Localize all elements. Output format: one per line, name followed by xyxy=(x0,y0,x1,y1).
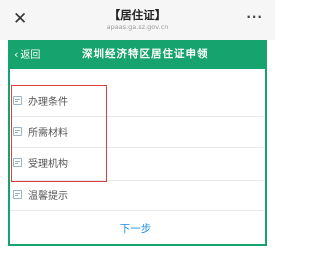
browser-titlebar: ✕ 【居住证】 apaas.ga.sz.gov.cn ··· xyxy=(0,0,275,40)
page-header: ‹ 返回 深圳经济特区居住证申领 xyxy=(8,40,267,69)
window-domain: apaas.ga.sz.gov.cn xyxy=(106,23,169,31)
back-button[interactable]: ‹ 返回 xyxy=(14,40,40,69)
back-label: 返回 xyxy=(20,50,41,61)
highlight-annotation-box xyxy=(11,85,107,182)
window-title: 【居住证】 xyxy=(108,8,167,22)
document-icon xyxy=(13,189,22,199)
title-group: 【居住证】 apaas.ga.sz.gov.cn xyxy=(0,9,275,32)
menu-item-label: 温馨提示 xyxy=(28,190,68,202)
more-menu-icon[interactable]: ··· xyxy=(246,10,263,24)
divider xyxy=(10,210,263,211)
chevron-left-icon: ‹ xyxy=(14,48,19,61)
next-step-button[interactable]: 下一步 xyxy=(10,217,261,241)
page-title: 深圳经济特区居住证申领 xyxy=(82,48,209,60)
menu-item-tips[interactable]: 温馨提示 xyxy=(13,184,68,204)
